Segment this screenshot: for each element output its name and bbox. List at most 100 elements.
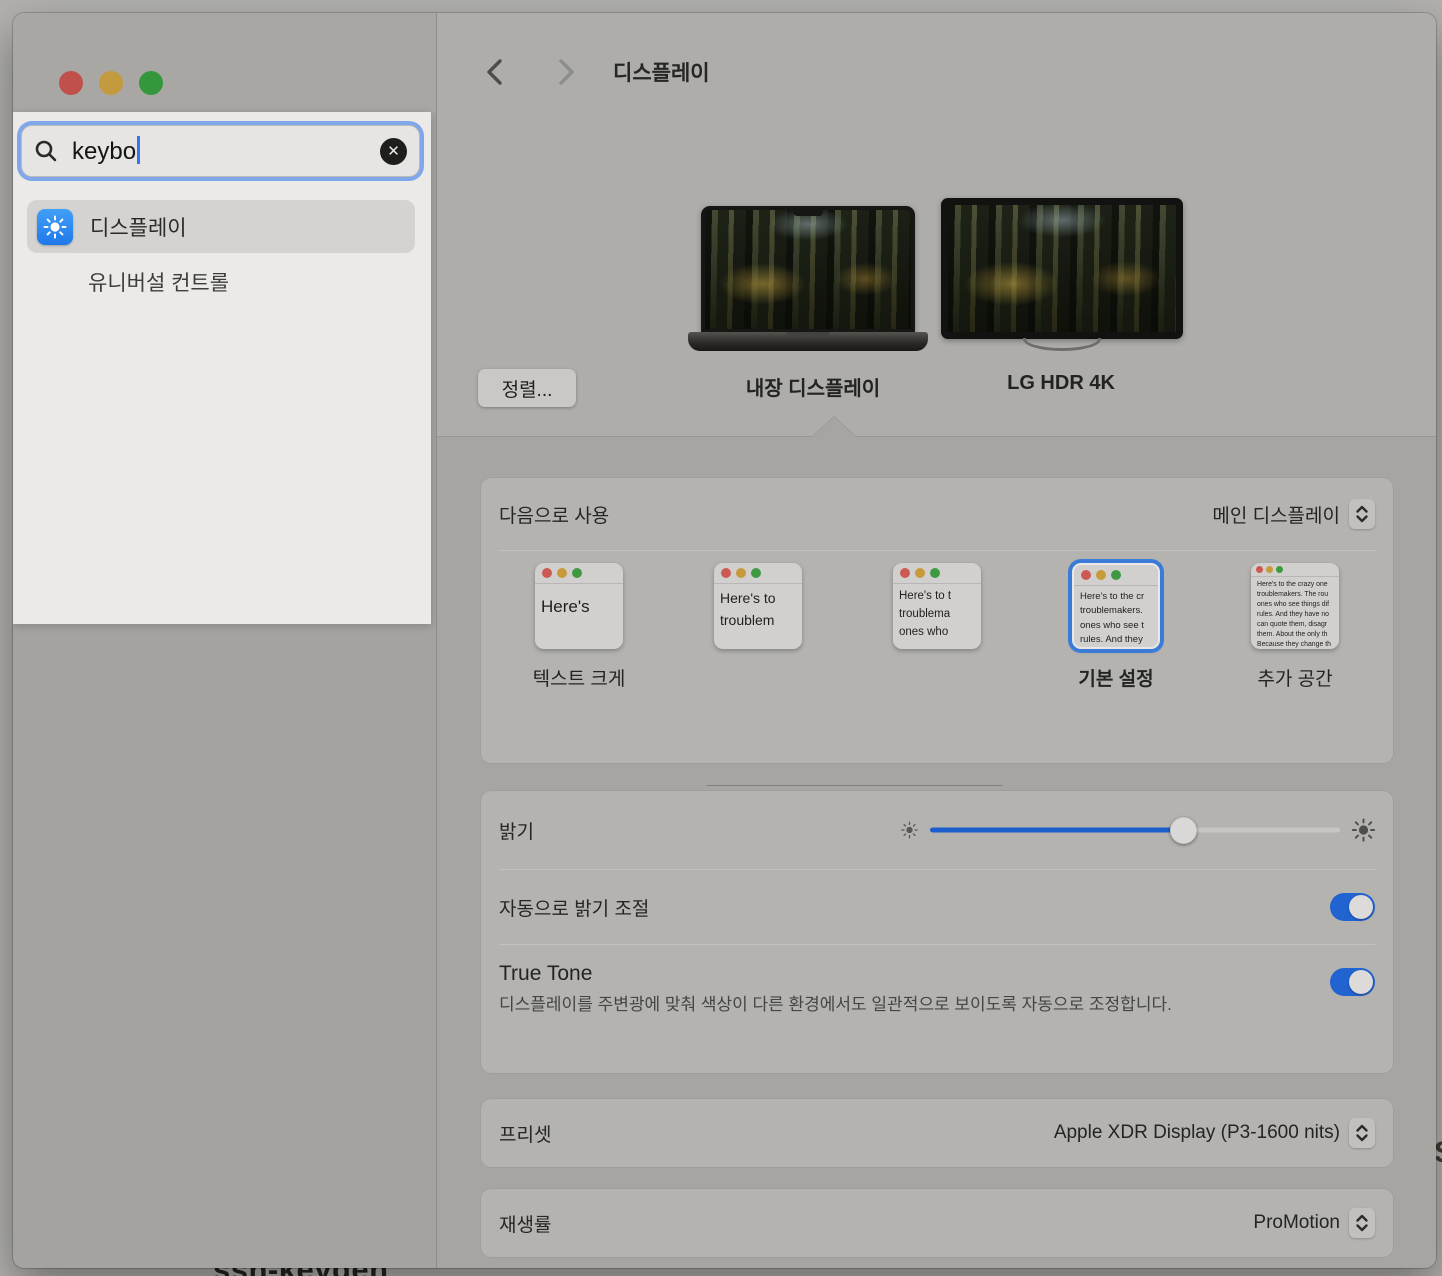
stepper-icon[interactable] xyxy=(1349,499,1375,529)
auto-brightness-label: 자동으로 밝기 조절 xyxy=(499,894,649,921)
scaling-option-default[interactable]: Here's to the cr troublemakers. ones who… xyxy=(1046,563,1186,691)
preview-text: Here's to t troublema ones who xyxy=(893,584,981,645)
preview-text: Here's xyxy=(535,584,623,624)
search-input[interactable]: keybo ✕ xyxy=(21,125,420,177)
scaling-preview-selected: Here's to the cr troublemakers. ones who… xyxy=(1072,563,1160,649)
true-tone-toggle[interactable] xyxy=(1330,968,1375,996)
mini-close-icon xyxy=(1256,566,1263,573)
laptop-screen xyxy=(701,206,915,333)
sidebar-titlebar xyxy=(13,13,436,112)
brightness-slider[interactable] xyxy=(901,819,1375,842)
brightness-label: 밝기 xyxy=(499,817,534,844)
display-preview-area: 디스플레이 내장 디스플레이 LG HDR 4 xyxy=(437,13,1436,437)
minimize-window-button[interactable] xyxy=(99,71,123,95)
preset-value: Apple XDR Display (P3-1600 nits) xyxy=(1054,1122,1340,1144)
true-tone-row: True Tone 디스플레이를 주변광에 맞춰 색상이 다른 환경에서도 일관… xyxy=(481,945,1393,1071)
scaling-option-2[interactable]: Here's to troublem xyxy=(688,563,828,664)
scaling-preview: Here's xyxy=(535,563,623,649)
use-as-popup[interactable]: 메인 디스플레이 xyxy=(1212,499,1375,529)
forward-button[interactable] xyxy=(549,55,583,89)
search-result-label: 디스플레이 xyxy=(90,212,187,242)
refresh-rate-popup[interactable]: ProMotion xyxy=(1253,1208,1375,1238)
mini-window-titlebar xyxy=(893,563,981,584)
preview-text: Here's to the cr troublemakers. ones who… xyxy=(1074,586,1158,649)
window-controls xyxy=(59,71,163,95)
refresh-rate-label: 재생률 xyxy=(499,1210,551,1237)
mini-minimize-icon xyxy=(915,568,925,578)
scaling-preview: Here's to t troublema ones who xyxy=(893,563,981,649)
preset-row: 프리셋 Apple XDR Display (P3-1600 nits) xyxy=(481,1099,1393,1167)
auto-brightness-row: 자동으로 밝기 조절 xyxy=(481,870,1393,944)
search-results-panel: keybo ✕ 디스플레이 유니버 xyxy=(13,112,431,624)
laptop-notch xyxy=(793,210,823,216)
scaling-options: Here's 텍스트 크게 Here's to troublem xyxy=(481,551,1393,763)
slider-thumb[interactable] xyxy=(1170,817,1197,844)
mini-zoom-icon xyxy=(751,568,761,578)
group-preset: 프리셋 Apple XDR Display (P3-1600 nits) xyxy=(481,1099,1393,1167)
true-tone-label: True Tone xyxy=(499,962,1229,986)
sun-bright-icon xyxy=(1352,819,1375,842)
mini-window-titlebar xyxy=(1074,565,1158,586)
sun-dim-icon xyxy=(901,822,918,839)
preview-text: Here's to troublem xyxy=(714,584,802,635)
selected-display-caret xyxy=(812,417,856,437)
mini-minimize-icon xyxy=(557,568,567,578)
search-result-universal-control[interactable]: 유니버설 컨트롤 xyxy=(88,267,229,297)
mini-zoom-icon xyxy=(572,568,582,578)
monitor-wallpaper xyxy=(948,205,1176,332)
arrange-button[interactable]: 정렬... xyxy=(478,369,576,407)
use-as-label: 다음으로 사용 xyxy=(499,501,609,528)
group-brightness: 밝기 xyxy=(481,791,1393,1073)
scaling-track-line xyxy=(707,785,1002,786)
chevron-right-icon xyxy=(558,59,575,85)
mini-zoom-icon xyxy=(930,568,940,578)
true-tone-description: 디스플레이를 주변광에 맞춰 색상이 다른 환경에서도 일관적으로 보이도록 자… xyxy=(499,992,1229,1019)
mini-window-titlebar xyxy=(1251,563,1339,577)
refresh-rate-value: ProMotion xyxy=(1253,1212,1340,1234)
external-display-name: LG HDR 4K xyxy=(1007,372,1115,395)
brightness-icon xyxy=(37,209,73,245)
preview-text: Here's to the crazy one troublemakers. T… xyxy=(1251,577,1339,649)
search-icon xyxy=(34,139,58,163)
scaling-option-larger-text[interactable]: Here's 텍스트 크게 xyxy=(509,563,649,691)
builtin-display-name: 내장 디스플레이 xyxy=(746,372,880,401)
toggle-knob xyxy=(1349,895,1373,919)
group-refresh-rate: 재생률 ProMotion xyxy=(481,1189,1393,1257)
chevron-left-icon xyxy=(486,59,503,85)
scaling-option-more-space[interactable]: Here's to the crazy one troublemakers. T… xyxy=(1225,563,1365,691)
system-settings-window: keybo ✕ 디스플레이 유니버 xyxy=(13,13,1436,1268)
display-thumbnail-external[interactable] xyxy=(941,198,1183,364)
display-thumbnail-builtin[interactable] xyxy=(688,206,928,364)
mini-zoom-icon xyxy=(1111,570,1121,580)
stepper-icon[interactable] xyxy=(1349,1208,1375,1238)
laptop-wallpaper xyxy=(705,210,911,329)
group-use-as-scaling: 다음으로 사용 메인 디스플레이 xyxy=(481,478,1393,763)
back-button[interactable] xyxy=(477,55,511,89)
mini-close-icon xyxy=(721,568,731,578)
laptop-base-notch xyxy=(786,332,830,337)
page-title: 디스플레이 xyxy=(613,57,710,87)
mini-close-icon xyxy=(900,568,910,578)
settings-scroll-area: 다음으로 사용 메인 디스플레이 xyxy=(437,438,1436,1268)
search-input-value: keybo xyxy=(72,136,140,166)
mini-window-titlebar xyxy=(714,563,802,584)
scaling-option-3[interactable]: Here's to t troublema ones who xyxy=(867,563,1007,664)
laptop-base xyxy=(688,332,928,351)
zoom-window-button[interactable] xyxy=(139,71,163,95)
slider-track[interactable] xyxy=(930,828,1340,833)
mini-zoom-icon xyxy=(1276,566,1283,573)
mini-minimize-icon xyxy=(736,568,746,578)
auto-brightness-toggle[interactable] xyxy=(1330,893,1375,921)
preset-popup[interactable]: Apple XDR Display (P3-1600 nits) xyxy=(1054,1118,1375,1148)
scaling-preview: Here's to troublem xyxy=(714,563,802,649)
use-as-value: 메인 디스플레이 xyxy=(1212,501,1340,528)
monitor-screen xyxy=(941,198,1183,339)
scaling-label: 추가 공간 xyxy=(1225,664,1365,691)
mini-close-icon xyxy=(542,568,552,578)
search-result-displays[interactable]: 디스플레이 xyxy=(27,200,415,253)
stepper-icon[interactable] xyxy=(1349,1118,1375,1148)
close-window-button[interactable] xyxy=(59,71,83,95)
refresh-rate-row: 재생률 ProMotion xyxy=(481,1189,1393,1257)
preset-label: 프리셋 xyxy=(499,1120,551,1147)
clear-search-button[interactable]: ✕ xyxy=(380,138,407,165)
